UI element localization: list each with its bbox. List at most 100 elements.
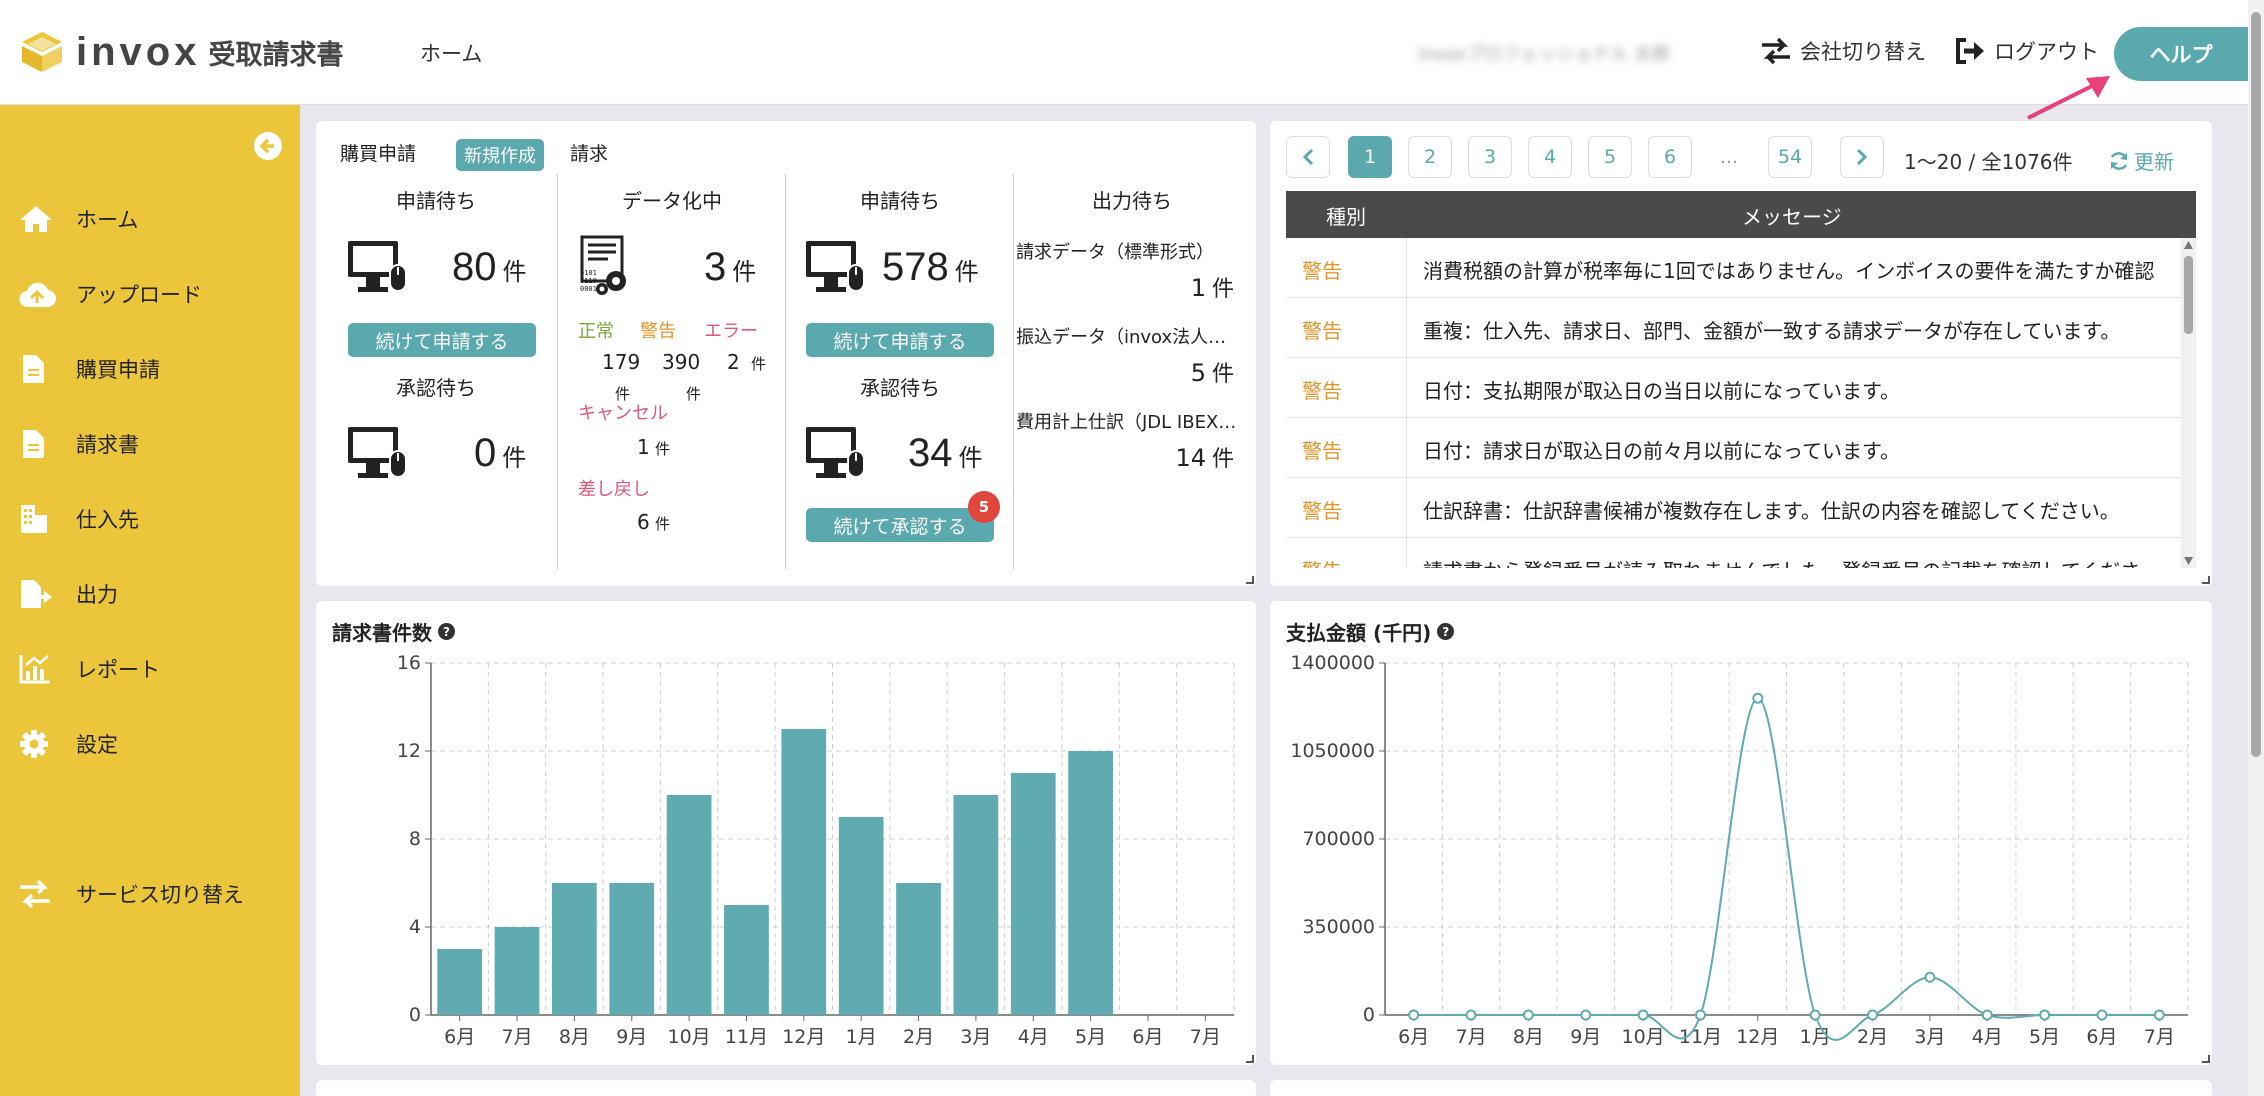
switch-company-button[interactable]: 会社切り替え bbox=[1760, 36, 1926, 66]
prev-page-button[interactable] bbox=[1286, 136, 1330, 178]
refresh-button[interactable]: 更新 bbox=[2108, 146, 2174, 175]
page-button[interactable]: 4 bbox=[1528, 136, 1572, 178]
logo[interactable]: invox 受取請求書 bbox=[18, 28, 343, 76]
x-tick-label: 9月 bbox=[1570, 1026, 1601, 1048]
x-tick-label: 3月 bbox=[960, 1026, 991, 1048]
x-tick-label: 7月 bbox=[1190, 1026, 1221, 1048]
x-tick-label: 9月 bbox=[616, 1026, 647, 1048]
switch-arrows-icon bbox=[1762, 37, 1790, 65]
refresh-icon bbox=[2110, 151, 2128, 170]
x-tick-label: 10月 bbox=[668, 1026, 711, 1048]
sidebar-item-home[interactable]: ホーム bbox=[18, 202, 138, 236]
digitizing-label: データ化中 bbox=[622, 189, 722, 213]
logout-button[interactable]: ログアウト bbox=[1954, 36, 2099, 66]
resize-handle[interactable] bbox=[2202, 1055, 2210, 1063]
page-button[interactable]: 1 bbox=[1348, 136, 1392, 178]
error-count: 2 bbox=[727, 350, 740, 374]
svg-text:0001: 0001 bbox=[580, 285, 597, 293]
page-button[interactable]: 3 bbox=[1468, 136, 1512, 178]
table-row[interactable]: 警告 日付：請求日が取込日の前々月以前になっています。 bbox=[1286, 418, 2181, 478]
page-button[interactable]: 6 bbox=[1648, 136, 1692, 178]
page-ellipsis: … bbox=[1720, 147, 1738, 168]
data-point bbox=[1867, 1009, 1879, 1021]
output-item-label[interactable]: 費用計上仕訳（JDL IBEX… bbox=[1016, 408, 1236, 434]
output-item-label[interactable]: 振込データ（invox法人… bbox=[1016, 323, 1226, 349]
table-row[interactable]: 警告 日付：支払期限が取込日の当日以前になっています。 bbox=[1286, 358, 2181, 418]
sidebar-item-upload[interactable]: アップロード bbox=[18, 277, 202, 311]
switch-company-label: 会社切り替え bbox=[1800, 40, 1926, 64]
warning-count: 390 bbox=[662, 350, 701, 374]
nav-home-link[interactable]: ホーム bbox=[420, 38, 482, 68]
page-scrollbar[interactable] bbox=[2248, 0, 2264, 1096]
sidebar-item-service-switch[interactable]: サービス切り替え bbox=[18, 877, 244, 911]
unit-label: 件 bbox=[502, 445, 527, 472]
sidebar-item-label: 仕入先 bbox=[76, 508, 139, 532]
sidebar-item-label: 出力 bbox=[76, 583, 118, 607]
purchase-continue-apply-button[interactable]: 続けて申請する bbox=[348, 323, 536, 357]
data-point bbox=[2039, 1009, 2051, 1021]
count-value: 0 bbox=[474, 431, 497, 475]
table-row[interactable]: 警告 重複：仕入先、請求日、部門、金額が一致する請求データが存在しています。 bbox=[1286, 298, 2181, 358]
x-tick-label: 2月 bbox=[903, 1026, 934, 1048]
page-button[interactable]: 5 bbox=[1588, 136, 1632, 178]
x-tick-label: 12月 bbox=[1736, 1026, 1779, 1048]
row-kind: 警告 bbox=[1302, 555, 1342, 568]
count-value: 3 bbox=[704, 245, 727, 289]
collapse-sidebar-button[interactable] bbox=[254, 132, 282, 160]
unit-label: 件 bbox=[655, 515, 671, 533]
row-kind: 警告 bbox=[1302, 499, 1342, 523]
scroll-down-icon bbox=[2184, 557, 2193, 565]
sidebar-item-settings[interactable]: 設定 bbox=[18, 727, 118, 761]
y-tick-label: 16 bbox=[397, 652, 421, 674]
divider bbox=[1406, 238, 1407, 298]
table-row[interactable]: 警告 請求書から登録番号が読み取れませんでした。登録番号の記載を確認してくださ bbox=[1286, 538, 2181, 568]
count-value: 80 bbox=[452, 245, 497, 289]
sidebar-item-purchase[interactable]: 購買申請 bbox=[18, 352, 160, 386]
sidebar-item-supplier[interactable]: 仕入先 bbox=[18, 502, 139, 536]
table-scrollbar[interactable] bbox=[2181, 238, 2196, 568]
help-button[interactable]: ヘルプ bbox=[2114, 27, 2248, 81]
bar bbox=[724, 905, 769, 1015]
x-tick-label: 12月 bbox=[782, 1026, 825, 1048]
sidebar-item-output[interactable]: 出力 bbox=[18, 577, 118, 611]
page-button[interactable]: 54 bbox=[1768, 136, 1812, 178]
cancel-label[interactable]: キャンセル bbox=[578, 399, 668, 425]
output-pending-label: 出力待ち bbox=[1092, 189, 1172, 213]
resize-handle[interactable] bbox=[2202, 576, 2210, 584]
output-item-count: 1件 bbox=[1094, 271, 1234, 303]
invoice-continue-apply-button[interactable]: 続けて申請する bbox=[806, 323, 994, 357]
computer-icon bbox=[348, 241, 407, 292]
output-item-label[interactable]: 請求データ（標準形式） bbox=[1016, 238, 1214, 264]
data-point bbox=[2153, 1009, 2165, 1021]
cloud-upload-icon bbox=[18, 277, 58, 311]
new-purchase-button[interactable]: 新規作成 bbox=[456, 139, 544, 171]
sidebar-item-report[interactable]: レポート bbox=[18, 652, 160, 686]
next-page-button[interactable] bbox=[1840, 136, 1884, 178]
returned-label[interactable]: 差し戻し bbox=[578, 475, 650, 501]
x-tick-label: 8月 bbox=[559, 1026, 590, 1048]
resize-handle[interactable] bbox=[1246, 576, 1254, 584]
table-row[interactable]: 警告 消費税額の計算が税率毎に1回ではありません。インボイスの要件を満たすか確認 bbox=[1286, 238, 2181, 298]
unit-label: 件 bbox=[958, 445, 983, 472]
sidebar: ホーム アップロード 購買申請 請求書 仕入先 出力 レポート 設定 サービス切… bbox=[0, 105, 300, 1096]
row-message: 日付：請求日が取込日の前々月以前になっています。 bbox=[1423, 439, 1900, 463]
invoice-pending-apply-count: 578 件 bbox=[882, 245, 979, 290]
data-point bbox=[1981, 1009, 1993, 1021]
invoice-continue-approve-button[interactable]: 続けて承認する bbox=[806, 508, 994, 542]
resize-handle[interactable] bbox=[1246, 1055, 1254, 1063]
table-scroll-thumb[interactable] bbox=[2184, 256, 2193, 334]
page-button[interactable]: 2 bbox=[1408, 136, 1452, 178]
y-tick-label: 1050000 bbox=[1290, 740, 1375, 762]
page-scroll-thumb[interactable] bbox=[2251, 12, 2261, 757]
y-tick-label: 350000 bbox=[1302, 916, 1375, 938]
logo-word: invox bbox=[76, 29, 201, 74]
bar bbox=[609, 883, 655, 1015]
app-header: invox 受取請求書 ホーム invoxプロフェッショナル 太郎 会社切り替え… bbox=[0, 0, 2248, 120]
table-row[interactable]: 警告 仕訳辞書：仕訳辞書候補が複数存在します。仕訳の内容を確認してください。 bbox=[1286, 478, 2181, 538]
sidebar-item-invoice[interactable]: 請求書 bbox=[18, 427, 139, 461]
bar bbox=[437, 949, 483, 1015]
x-tick-label: 6月 bbox=[2086, 1026, 2117, 1048]
logout-label: ログアウト bbox=[1994, 40, 2099, 64]
invoice-pending-approve-label: 承認待ち bbox=[860, 376, 940, 400]
line-chart: 0350000700000105000014000006月 7月 8月 9月 10月 11… bbox=[1290, 652, 2189, 1048]
